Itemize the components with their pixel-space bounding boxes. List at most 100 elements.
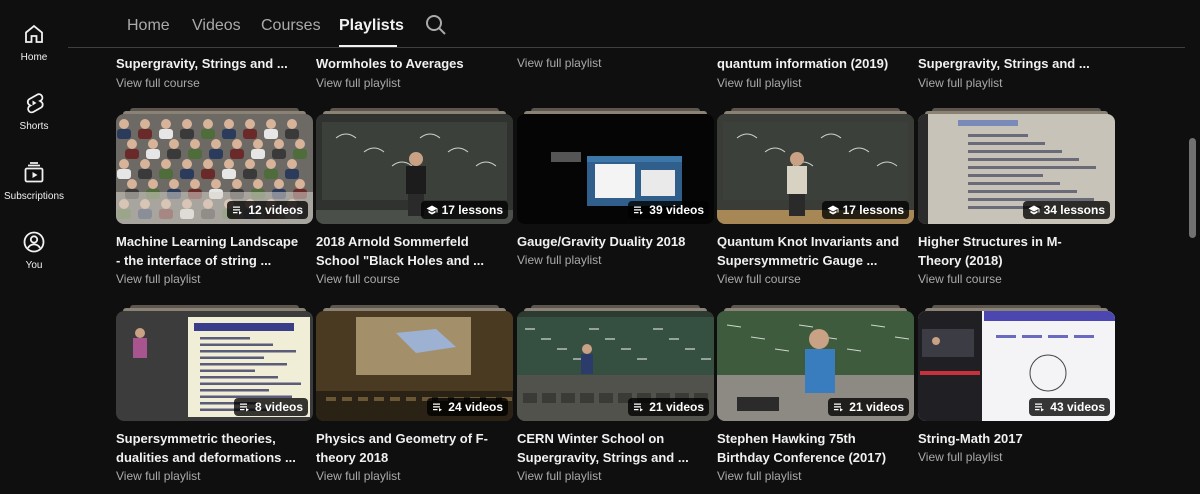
course-icon [426, 205, 438, 215]
view-full-link[interactable]: View full course [918, 272, 1002, 286]
view-full-link[interactable]: View full playlist [517, 469, 601, 483]
playlist-icon [239, 403, 249, 412]
item-count-badge: 8 videos [233, 398, 308, 416]
guide-rail: Home Shorts Subscriptions You [0, 0, 68, 494]
view-full-link[interactable]: View full playlist [517, 253, 601, 267]
item-count: 8 videos [254, 400, 303, 414]
item-count-badge: 43 videos [1029, 398, 1110, 416]
playlist-title[interactable]: quantum information (2019) [717, 54, 914, 73]
view-full-link[interactable]: View full playlist [717, 76, 801, 90]
nav-subscriptions[interactable]: Subscriptions [0, 161, 68, 202]
playlist-title-line: Physics and Geometry of F- [316, 431, 488, 446]
tab-home[interactable]: Home [127, 17, 170, 35]
view-full-link[interactable]: View full playlist [918, 76, 1002, 90]
playlist-card[interactable]: 21 videos Stephen Hawking 75th Birthday Co… [717, 305, 914, 485]
playlist-thumbnail[interactable]: 17 lessons [717, 114, 914, 224]
playlist-thumbnail[interactable]: 34 lessons [918, 114, 1115, 224]
playlist-thumbnail[interactable]: 21 videos [717, 311, 914, 421]
playlist-title-line: Supersymmetric Gauge ... [717, 253, 878, 268]
playlist-title-line: 2018 Arnold Sommerfeld [316, 234, 469, 249]
playlist-card[interactable]: quantum information (2019) View full pla… [717, 48, 914, 92]
view-full-link[interactable]: View full playlist [116, 469, 200, 483]
playlist-thumbnail[interactable]: 12 videos [116, 114, 313, 224]
playlist-card[interactable]: View full playlist [517, 48, 714, 92]
playlist-card[interactable]: 12 videos Machine Learning Landscape - the… [116, 108, 313, 288]
playlist-card[interactable]: 34 lessons Higher Structures in M- Theory … [918, 108, 1115, 288]
playlist-title[interactable]: Quantum Knot Invariants and Supersymmetri… [717, 232, 914, 270]
playlist-card[interactable]: 8 videos Supersymmetric theories, dualitie… [116, 305, 313, 485]
view-full-link[interactable]: View full playlist [717, 469, 801, 483]
playlist-title[interactable]: 2018 Arnold Sommerfeld School "Black Hole… [316, 232, 513, 270]
view-full-link[interactable]: View full playlist [517, 56, 601, 70]
playlist-thumbnail[interactable]: 24 videos [316, 311, 513, 421]
playlist-thumbnail[interactable]: 21 videos [517, 311, 714, 421]
playlist-title[interactable]: String-Math 2017 [918, 429, 1115, 448]
nav-you[interactable]: You [0, 230, 68, 271]
channel-search-button[interactable] [424, 13, 448, 37]
item-count: 21 videos [849, 400, 904, 414]
playlist-icon [834, 403, 844, 412]
playlist-title-line: dualities and deformations ... [116, 450, 296, 465]
nav-shorts[interactable]: Shorts [0, 91, 68, 132]
playlist-title-line: Gauge/Gravity Duality 2018 [517, 234, 686, 249]
playlist-title[interactable]: Gauge/Gravity Duality 2018 [517, 232, 714, 251]
shorts-icon [26, 93, 44, 114]
playlist-title[interactable]: Machine Learning Landscape - the interfac… [116, 232, 313, 270]
playlist-card[interactable]: Wormholes to Averages View full playlist [316, 48, 513, 92]
active-tab-indicator [339, 45, 397, 47]
item-count: 43 videos [1050, 400, 1105, 414]
playlist-card[interactable]: 39 videos Gauge/Gravity Duality 2018 View … [517, 108, 714, 288]
playlist-icon [433, 403, 443, 412]
playlist-title-line: Stephen Hawking 75th [717, 431, 856, 446]
view-full-link[interactable]: View full course [717, 272, 801, 286]
channel-tab-bar: Home Videos Courses Playlists [68, 0, 1185, 48]
playlist-thumbnail[interactable]: 8 videos [116, 311, 313, 421]
playlist-title[interactable]: Supergravity, Strings and ... [918, 54, 1115, 73]
item-count: 39 videos [649, 203, 704, 217]
playlist-card[interactable]: 17 lessons 2018 Arnold Sommerfeld School "… [316, 108, 513, 288]
view-full-link[interactable]: View full course [116, 76, 200, 90]
nav-subscriptions-label: Subscriptions [3, 191, 65, 202]
playlist-title[interactable]: Stephen Hawking 75th Birthday Conference … [717, 429, 914, 467]
item-count-badge: 17 lessons [821, 201, 909, 219]
playlist-card[interactable]: Supergravity, Strings and ... View full … [116, 48, 313, 92]
playlist-thumbnail[interactable]: 43 videos [918, 311, 1115, 421]
item-count-badge: 34 lessons [1022, 201, 1110, 219]
tab-courses[interactable]: Courses [261, 17, 321, 35]
view-full-link[interactable]: View full playlist [116, 272, 200, 286]
tab-videos[interactable]: Videos [192, 17, 241, 35]
playlist-title[interactable]: Higher Structures in M- Theory (2018) [918, 232, 1115, 270]
item-count: 12 videos [248, 203, 303, 217]
playlist-card[interactable]: 17 lessons Quantum Knot Invariants and Sup… [717, 108, 914, 288]
tab-playlists[interactable]: Playlists [339, 17, 404, 35]
playlist-title-line: Supersymmetric theories, [116, 431, 276, 446]
nav-home-label: Home [20, 52, 48, 63]
playlist-card[interactable]: Supergravity, Strings and ... View full … [918, 48, 1115, 92]
item-count-badge: 39 videos [628, 201, 709, 219]
playlist-title-line: Supergravity, Strings and ... [517, 450, 689, 465]
playlist-title[interactable]: Supergravity, Strings and ... [116, 54, 313, 73]
nav-shorts-label: Shorts [19, 121, 49, 132]
view-full-link[interactable]: View full playlist [918, 450, 1002, 464]
item-count: 17 lessons [842, 203, 904, 217]
page-scrollbar[interactable] [1186, 0, 1200, 494]
view-full-link[interactable]: View full course [316, 272, 400, 286]
item-count-badge: 24 videos [427, 398, 508, 416]
nav-home[interactable]: Home [0, 22, 68, 63]
playlist-card[interactable]: 21 videos CERN Winter School on Supergravi… [517, 305, 714, 485]
playlist-title[interactable]: CERN Winter School on Supergravity, Strin… [517, 429, 714, 467]
item-count-badge: 21 videos [628, 398, 709, 416]
playlist-grid: Supergravity, Strings and ... View full … [68, 48, 1185, 494]
view-full-link[interactable]: View full playlist [316, 76, 400, 90]
playlist-card[interactable]: 24 videos Physics and Geometry of F-theor… [316, 305, 513, 485]
playlist-thumbnail[interactable]: 39 videos [517, 114, 714, 224]
playlist-title-line: Machine Learning Landscape [116, 234, 299, 249]
playlist-card[interactable]: 43 videos String-Math 2017 View full playl… [918, 305, 1115, 485]
item-count: 24 videos [448, 400, 503, 414]
scrollbar-thumb[interactable] [1189, 138, 1196, 238]
view-full-link[interactable]: View full playlist [316, 469, 400, 483]
playlist-title[interactable]: Physics and Geometry of F-theory 2018 [316, 429, 513, 467]
playlist-title[interactable]: Wormholes to Averages [316, 54, 513, 73]
playlist-thumbnail[interactable]: 17 lessons [316, 114, 513, 224]
playlist-title[interactable]: Supersymmetric theories, dualities and de… [116, 429, 313, 467]
